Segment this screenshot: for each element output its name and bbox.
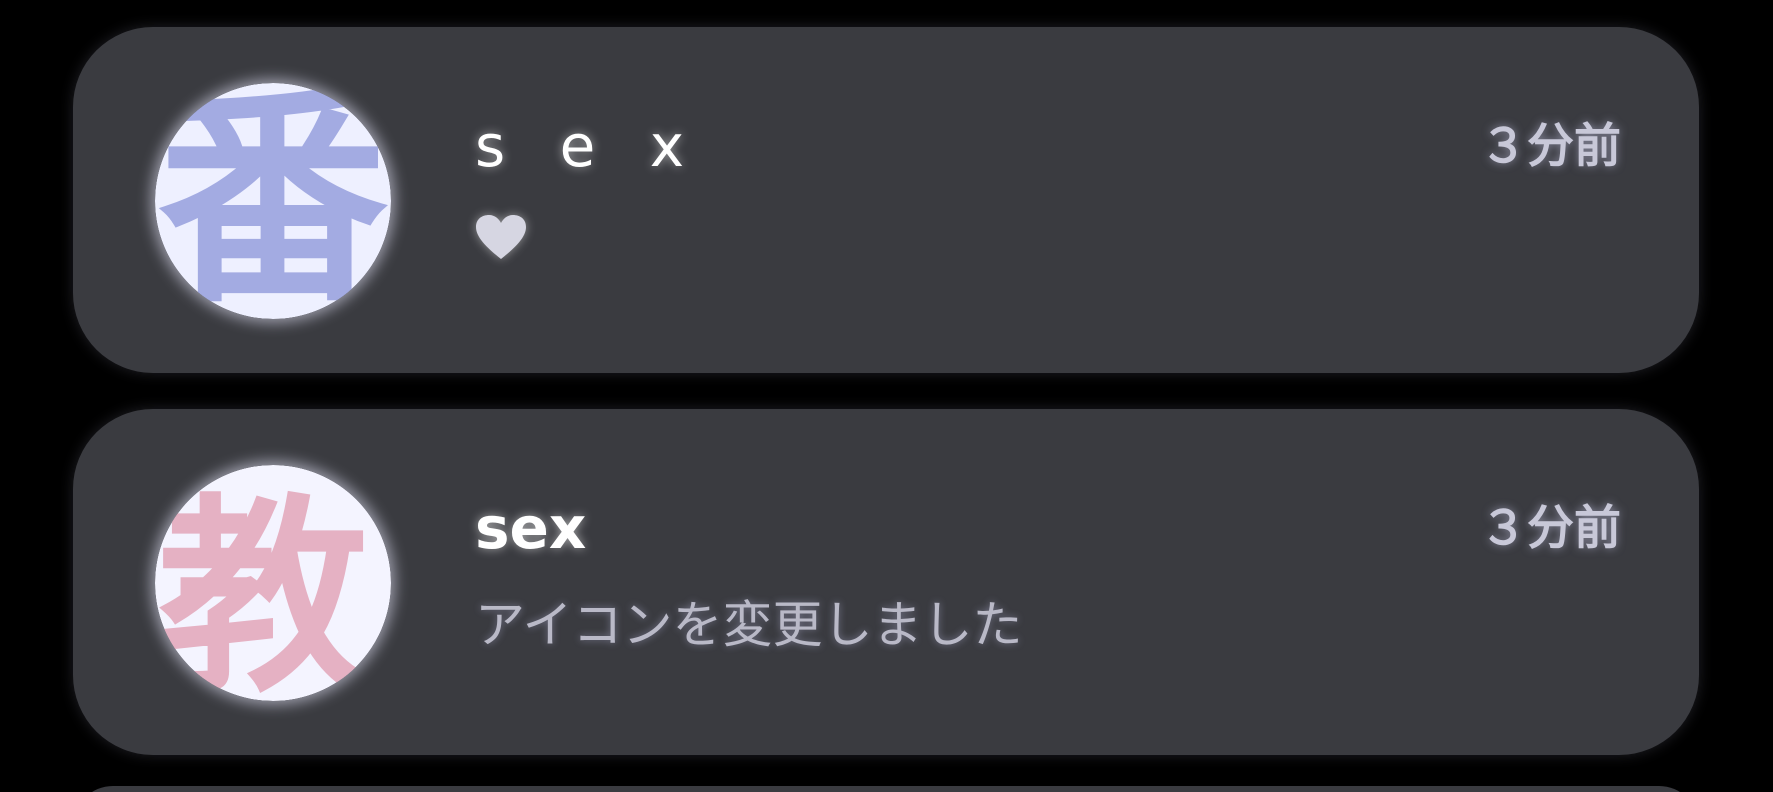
notification-card[interactable]: 教 sex ３分前 アイコンを変更しました — [73, 409, 1699, 755]
username[interactable]: s e x — [475, 113, 702, 179]
avatar[interactable]: 教 — [155, 465, 391, 701]
timestamp: ３分前 — [1480, 501, 1621, 556]
notification-message: アイコンを変更しました — [475, 596, 1023, 654]
username[interactable]: sex — [475, 495, 586, 561]
heart-icon — [476, 215, 526, 261]
notification-feed: 番 s e x ３分前 教 sex ３分前 アイコンを変更しました — [0, 0, 1773, 792]
avatar-glyph: 番 — [158, 83, 388, 319]
notification-card[interactable]: 番 s e x ３分前 — [73, 27, 1699, 373]
avatar-image: 教 — [155, 465, 391, 701]
avatar-image: 番 — [155, 83, 391, 319]
notification-card[interactable] — [73, 786, 1699, 792]
avatar[interactable]: 番 — [155, 83, 391, 319]
avatar-glyph: 教 — [158, 476, 368, 701]
timestamp: ３分前 — [1480, 119, 1621, 174]
